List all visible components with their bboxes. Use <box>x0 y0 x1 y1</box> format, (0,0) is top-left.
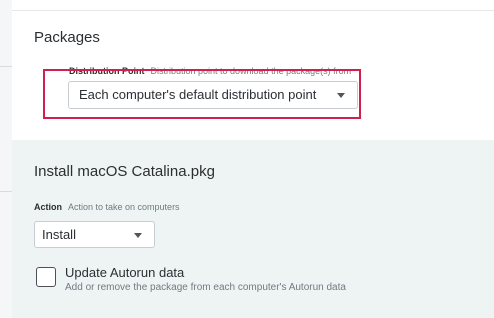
action-hint: Action to take on computers <box>68 202 180 212</box>
packages-section: Packages Distribution Point Distribution … <box>12 10 494 141</box>
package-item-section: Install macOS Catalina.pkg Action Action … <box>12 140 494 318</box>
distribution-point-select[interactable]: Each computer's default distribution poi… <box>68 81 358 109</box>
left-sidebar-edge <box>0 0 12 318</box>
caret-down-icon <box>337 93 345 98</box>
action-label-text: Action <box>34 202 62 212</box>
section-title: Packages <box>34 29 100 46</box>
caret-down-icon <box>134 233 142 238</box>
update-autorun-label[interactable]: Update Autorun data <box>65 265 184 280</box>
action-value: Install <box>42 227 76 242</box>
update-autorun-checkbox[interactable] <box>36 267 56 287</box>
package-title: Install macOS Catalina.pkg <box>34 163 215 180</box>
package-configuration-pane: Packages Distribution Point Distribution … <box>0 0 494 318</box>
update-autorun-description: Add or remove the package from each comp… <box>65 282 346 293</box>
distribution-point-value: Each computer's default distribution poi… <box>79 87 317 102</box>
divider <box>0 66 12 67</box>
divider <box>0 191 12 192</box>
action-label: Action Action to take on computers <box>34 202 180 212</box>
action-select[interactable]: Install <box>34 221 155 248</box>
